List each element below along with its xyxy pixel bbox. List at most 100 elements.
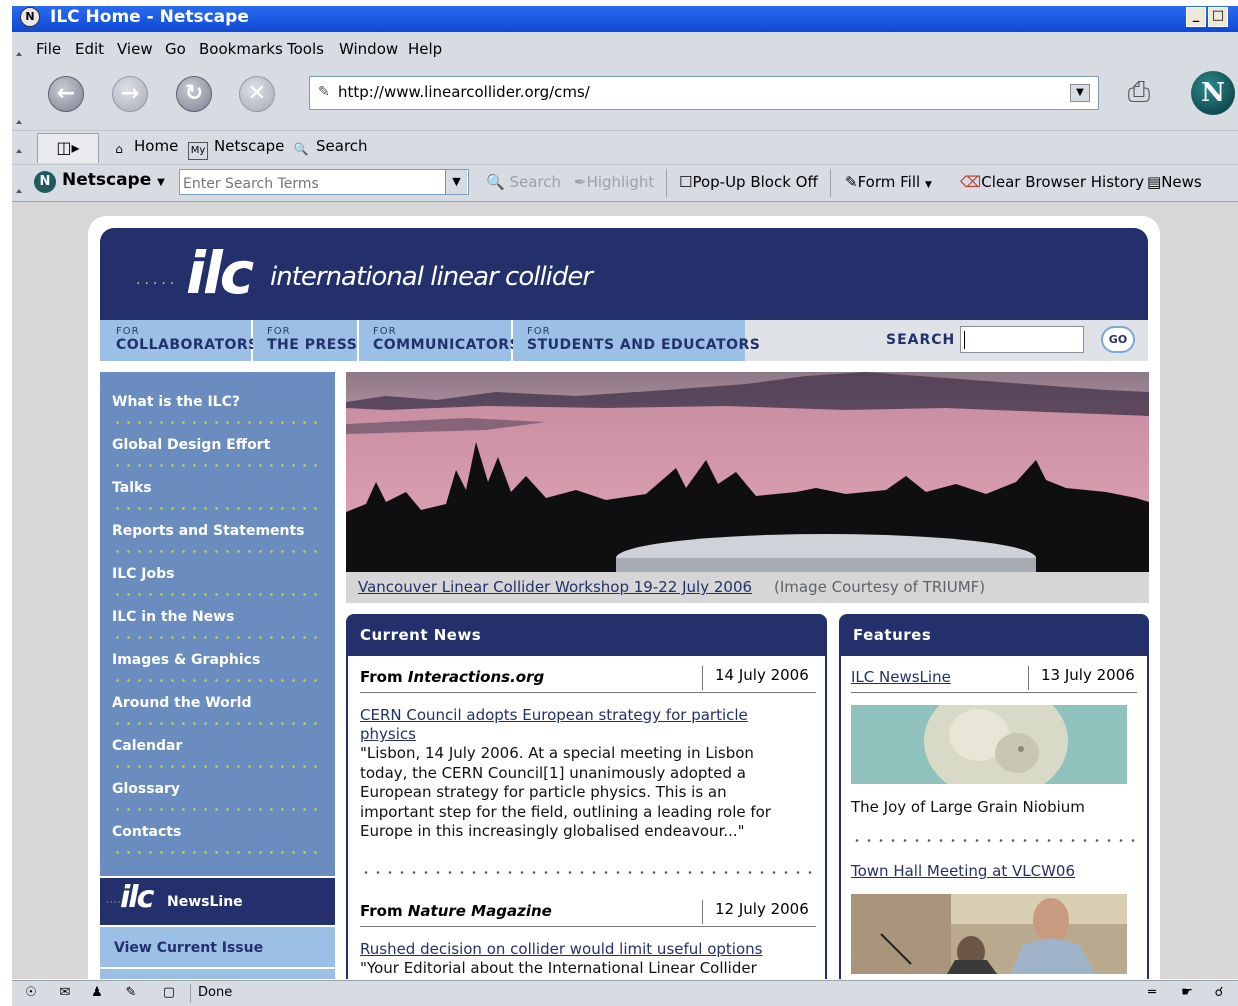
tab-communicators[interactable]: FOR COMMUNICATORS	[359, 320, 520, 361]
search-dropdown-button[interactable]: ▼	[445, 170, 467, 194]
stop-button[interactable]: ✕	[239, 76, 275, 112]
address-book-icon[interactable]: ♟	[88, 985, 106, 1001]
popup-status-icon[interactable]: ☛	[1178, 985, 1196, 1001]
feature-divider	[851, 692, 1137, 693]
audience-nav: FOR COLLABORATORS FOR THE PRESS FOR COMM…	[100, 320, 1148, 361]
current-news-body: From Interactions.org 14 July 2006 CERN …	[346, 656, 827, 979]
toolbar-grip-icon[interactable]	[16, 149, 22, 153]
view-current-issue-link[interactable]: View Current Issue	[100, 927, 335, 967]
tab-for-label: FOR	[373, 326, 397, 337]
tab-the-press[interactable]: FOR THE PRESS	[253, 320, 359, 361]
nav-reports-and-statements[interactable]: Reports and Statements	[112, 523, 305, 539]
pencil-icon: ✎	[845, 173, 858, 191]
netscape-logo-icon: N	[20, 7, 40, 27]
menu-tools[interactable]: Tools	[287, 40, 324, 58]
tab-label: COMMUNICATORS	[373, 337, 521, 353]
menu-bookmarks[interactable]: Bookmarks	[199, 40, 283, 58]
reload-button[interactable]: ↻	[176, 76, 212, 112]
news-divider	[360, 692, 816, 693]
status-bar: ☉ ✉ ♟ ✎ ▢ Done ═ ☛ ☌	[12, 980, 1238, 1006]
home-button[interactable]: ⌂ Home	[110, 137, 178, 157]
chat-icon[interactable]: ▢	[160, 985, 178, 1001]
news-excerpt: "Lisbon, 14 July 2006. At a special meet…	[360, 744, 771, 840]
status-text: Done	[198, 985, 233, 1000]
popup-label: Pop-Up Block Off	[692, 173, 818, 191]
news-source-name: Nature Magazine	[407, 902, 552, 920]
mail-icon[interactable]: ✉	[56, 985, 74, 1001]
menu-go[interactable]: Go	[165, 40, 186, 58]
nav-divider	[112, 851, 317, 854]
news-divider	[360, 926, 816, 927]
toolbar-search-button[interactable]: 🔍 Search	[486, 173, 561, 191]
news-source-prefix: From	[360, 668, 403, 686]
netscape-label: Netscape	[214, 137, 285, 155]
search-button[interactable]: 🔍 Search	[292, 137, 368, 157]
go-button[interactable]: GO	[1101, 326, 1135, 353]
toolbar-divider	[666, 169, 667, 197]
tab-label: STUDENTS AND EDUCATORS	[527, 337, 761, 353]
hero-caption-link[interactable]: Vancouver Linear Collider Workshop 19-22…	[358, 578, 752, 596]
toolbar-grip-icon[interactable]	[16, 52, 22, 56]
forward-button[interactable]: →	[112, 76, 148, 112]
toolbar-grip-icon[interactable]	[16, 120, 22, 124]
nav-divider	[112, 507, 317, 510]
site-search-label: SEARCH	[886, 332, 956, 348]
nav-calendar[interactable]: Calendar	[112, 738, 182, 754]
menu-view[interactable]: View	[117, 40, 153, 58]
features-header: Features	[839, 614, 1149, 656]
news-headline-link[interactable]: CERN Council adopts European strategy fo…	[360, 706, 790, 744]
nav-ilc-jobs[interactable]: ILC Jobs	[112, 566, 174, 582]
ilc-logo[interactable]: ilc	[186, 238, 254, 308]
content-viewport: ····· ilc international linear collider …	[12, 202, 1238, 979]
feature-date: 13 July 2006	[1028, 666, 1135, 690]
nav-glossary[interactable]: Glossary	[112, 781, 180, 797]
clear-history-button[interactable]: ⌫Clear Browser History	[960, 173, 1144, 191]
nav-global-design-effort[interactable]: Global Design Effort	[112, 437, 270, 453]
menu-edit[interactable]: Edit	[75, 40, 104, 58]
form-fill-label: Form Fill	[857, 173, 921, 191]
feature-title-link[interactable]: Town Hall Meeting at VLCW06	[851, 862, 1075, 881]
menu-window[interactable]: Window	[339, 40, 398, 58]
highlight-button[interactable]: ✒Highlight	[574, 173, 654, 191]
menu-file[interactable]: File	[36, 40, 61, 58]
site-name: international linear collider	[270, 262, 593, 292]
composer-icon[interactable]: ✎	[122, 985, 140, 1001]
new-tab-button[interactable]: ◫▸	[37, 133, 99, 163]
tab-students-and-educators[interactable]: FOR STUDENTS AND EDUCATORS	[513, 320, 760, 361]
url-text[interactable]: http://www.linearcollider.org/cms/	[338, 83, 590, 101]
netscape-button[interactable]: My Netscape	[188, 137, 284, 160]
newsline-banner[interactable]: ······· ilc NewsLine	[100, 878, 335, 925]
feature-image[interactable]	[851, 705, 1127, 784]
search-terms-input[interactable]	[179, 169, 469, 195]
nav-images-graphics[interactable]: Images & Graphics	[112, 652, 260, 668]
news-source-name: Interactions.org	[407, 668, 545, 686]
features-body: ILC NewsLine 13 July 2006 The Joy of Lar…	[839, 656, 1149, 979]
toolbar-grip-icon[interactable]	[16, 189, 22, 193]
news-headline-link[interactable]: Rushed decision on collider would limit …	[360, 940, 805, 959]
nav-contacts[interactable]: Contacts	[112, 824, 181, 840]
site-search-input[interactable]	[960, 326, 1084, 353]
netscape-menu-button[interactable]: Netscape ▼	[62, 170, 165, 190]
news-button[interactable]: ▤News	[1147, 173, 1202, 191]
maximize-button[interactable]: □	[1208, 7, 1228, 27]
netscape-icon[interactable]: ☉	[22, 985, 40, 1001]
feature-title-link[interactable]: ILC NewsLine	[851, 668, 951, 687]
nav-ilc-in-the-news[interactable]: ILC in the News	[112, 609, 234, 625]
tab-collaborators[interactable]: FOR COLLABORATORS	[100, 320, 258, 361]
back-button[interactable]: ←	[48, 76, 84, 112]
url-bar[interactable]: ✎ http://www.linearcollider.org/cms/ ▼	[309, 76, 1099, 110]
site-header: ····· ilc international linear collider	[100, 228, 1148, 320]
feature-caption: The Joy of Large Grain Niobium	[851, 798, 1085, 816]
netscape-throbber-icon[interactable]: N	[1191, 71, 1235, 115]
nav-around-the-world[interactable]: Around the World	[112, 695, 252, 711]
popup-block-button[interactable]: ☐Pop-Up Block Off	[679, 173, 818, 191]
form-fill-button[interactable]: ✎Form Fill ▼	[845, 173, 932, 191]
nav-what-is-the-ilc[interactable]: What is the ILC?	[112, 394, 240, 410]
minimize-button[interactable]: _	[1186, 7, 1206, 27]
url-dropdown-button[interactable]: ▼	[1070, 84, 1090, 102]
nav-talks[interactable]: Talks	[112, 480, 152, 496]
menu-help[interactable]: Help	[408, 40, 442, 58]
print-icon[interactable]: ⎙	[1120, 76, 1158, 108]
feature-image[interactable]	[851, 894, 1127, 974]
search-icon: 🔍	[486, 173, 505, 191]
